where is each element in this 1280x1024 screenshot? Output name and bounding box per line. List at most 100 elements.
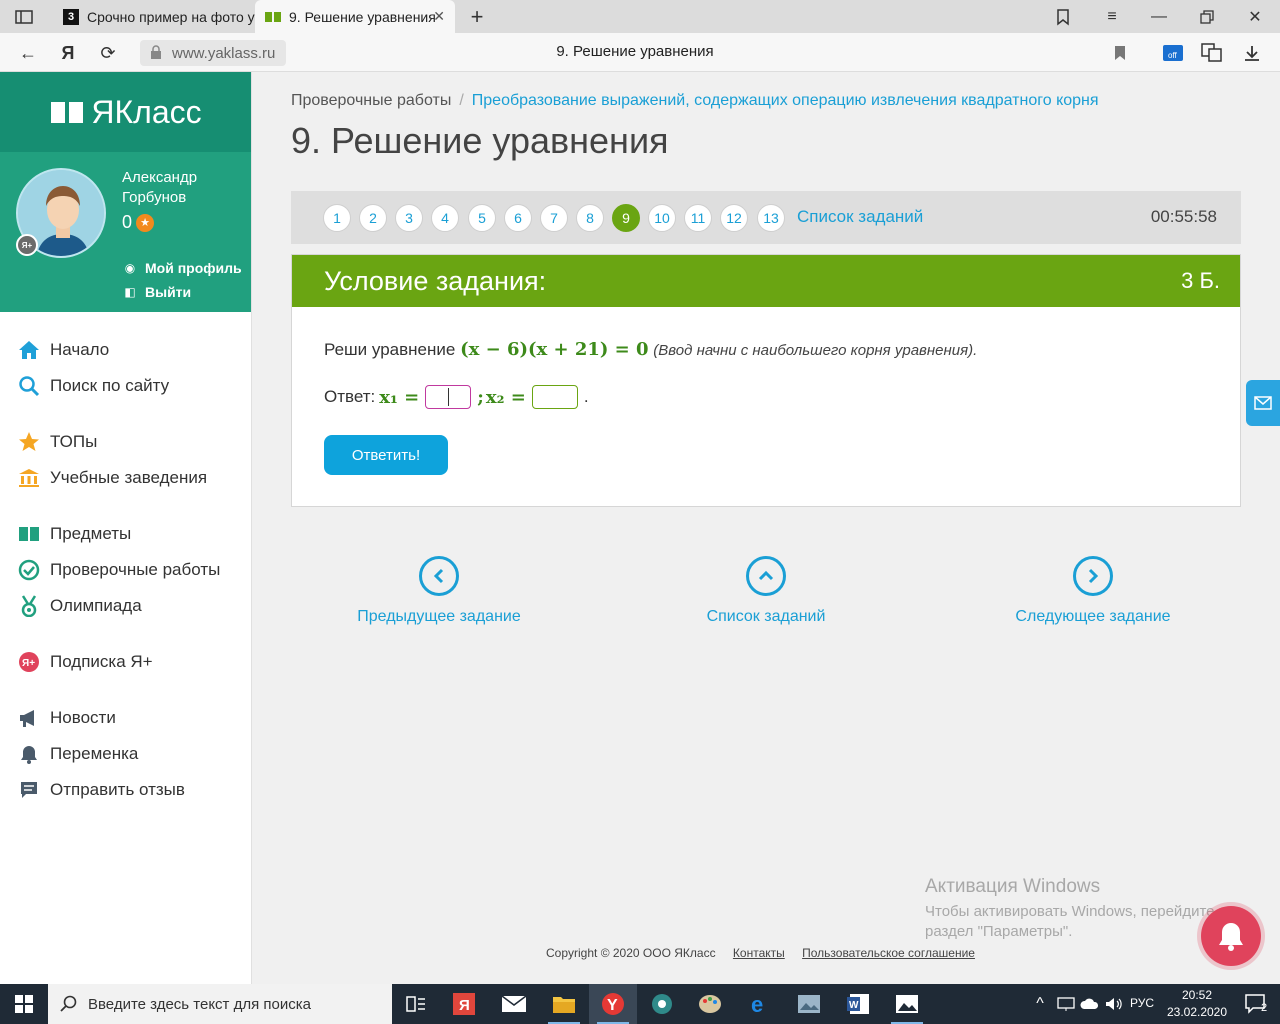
sidebar-item-institutions[interactable]: Учебные заведения: [0, 460, 251, 496]
x2-answer-input[interactable]: [531, 385, 578, 409]
main-content: Проверочные работы / Преобразование выраже…: [253, 72, 1280, 984]
paint-icon[interactable]: [686, 984, 734, 1024]
sidebar-item-subscription[interactable]: Я+ Подписка Я+: [0, 644, 251, 680]
menu-icon[interactable]: ≡: [1100, 5, 1124, 29]
chevron-left-icon: [419, 556, 459, 596]
page-link[interactable]: 10: [648, 204, 676, 232]
browser-address-bar: ← Я ⟳ www.yaklass.ru 9. Решение уравнени…: [0, 33, 1280, 72]
extension-off-icon[interactable]: off: [1160, 40, 1186, 66]
page-link[interactable]: 12: [720, 204, 748, 232]
url-field[interactable]: www.yaklass.ru: [140, 40, 286, 66]
task-points: 3 Б.: [1181, 268, 1220, 293]
volume-icon[interactable]: [1100, 984, 1128, 1024]
download-icon[interactable]: [1239, 40, 1265, 66]
page-link[interactable]: 2: [359, 204, 387, 232]
answer-label: Ответ:: [324, 387, 376, 406]
page-link-current[interactable]: 9: [612, 204, 640, 232]
clock[interactable]: 20:52 23.02.2020: [1162, 987, 1232, 1021]
browser-tab-other[interactable]: 3 Срочно пример на фото у: [55, 0, 255, 33]
activation-text: Чтобы активировать Windows, перейдите в …: [925, 903, 1227, 940]
new-tab-icon[interactable]: +: [465, 4, 489, 29]
start-button[interactable]: [0, 984, 48, 1024]
page-link[interactable]: 7: [540, 204, 568, 232]
reload-icon[interactable]: ⟳: [95, 40, 121, 66]
action-center-button[interactable]: 2: [1232, 984, 1280, 1024]
task-hint: (Ввод начни с наибольшего корня уравнени…: [653, 342, 978, 359]
page-link[interactable]: 11: [684, 204, 712, 232]
logout-link[interactable]: ◧ Выйти: [122, 284, 191, 300]
yandex-browser-icon[interactable]: Y: [589, 984, 637, 1024]
sidebar-item-label: Новости: [50, 708, 116, 727]
close-window-icon[interactable]: ✕: [1243, 5, 1267, 29]
page-link[interactable]: 4: [431, 204, 459, 232]
submit-answer-button[interactable]: Ответить!: [324, 435, 448, 475]
breadcrumb: Проверочные работы / Преобразование выраже…: [291, 92, 1099, 110]
page-link[interactable]: 3: [395, 204, 423, 232]
bookmarks-icon[interactable]: [1051, 5, 1075, 29]
file-explorer-icon[interactable]: [540, 984, 588, 1024]
browser-tab-active[interactable]: 9. Решение уравнения ✕: [255, 0, 455, 33]
sidebar-item-subjects[interactable]: Предметы: [0, 516, 251, 552]
sidebar-toggle-icon[interactable]: [12, 5, 36, 29]
edge-icon[interactable]: e: [736, 984, 784, 1024]
sidebar-item-olympiad[interactable]: Олимпиада: [0, 588, 251, 624]
x1-label: x₁ =: [379, 386, 420, 408]
my-profile-link[interactable]: ◉ Мой профиль: [122, 260, 242, 276]
yandex-icon[interactable]: Я: [55, 40, 81, 66]
page-link[interactable]: 5: [468, 204, 496, 232]
sidebar-item-home[interactable]: Начало: [0, 332, 251, 368]
mail-app-icon[interactable]: [490, 984, 538, 1024]
notification-bell-button[interactable]: [1201, 906, 1261, 966]
chevron-up-icon: [746, 556, 786, 596]
task-view-icon[interactable]: [392, 984, 440, 1024]
taskbar-search-input[interactable]: Введите здесь текст для поиска: [48, 984, 392, 1024]
next-task-button[interactable]: Следующее задание: [983, 556, 1203, 626]
back-icon[interactable]: ←: [15, 40, 41, 66]
sidebar-item-label: Учебные заведения: [50, 468, 208, 487]
page-link[interactable]: 13: [757, 204, 785, 232]
yandex-app-icon[interactable]: Я: [440, 984, 488, 1024]
input-language[interactable]: РУС: [1130, 996, 1154, 1010]
restore-icon[interactable]: [1195, 5, 1219, 29]
word-icon[interactable]: W: [834, 984, 882, 1024]
viewer-app-icon[interactable]: [785, 984, 833, 1024]
user-agreement-link[interactable]: Пользовательское соглашение: [802, 946, 975, 960]
task-equation: (x − 6)(x + 21) = 0: [460, 339, 649, 360]
answer-end: .: [583, 387, 589, 406]
breadcrumb-current[interactable]: Преобразование выражений, содержащих опе…: [472, 92, 1099, 109]
bookmark-page-icon[interactable]: [1107, 40, 1133, 66]
task-list-label: Список заданий: [706, 608, 826, 625]
task-list-button[interactable]: Список заданий: [656, 556, 876, 626]
contacts-link[interactable]: Контакты: [733, 946, 785, 960]
sidebar-item-search[interactable]: Поиск по сайту: [0, 368, 251, 404]
sidebar-item-break[interactable]: Переменка: [0, 736, 251, 772]
mail-feedback-tab[interactable]: [1246, 380, 1280, 426]
sidebar-item-news[interactable]: Новости: [0, 700, 251, 736]
previous-task-button[interactable]: Предыдущее задание: [329, 556, 549, 626]
feedback-icon: [18, 779, 40, 801]
page-link[interactable]: 1: [323, 204, 351, 232]
task-prompt: Реши уравнение: [324, 340, 456, 359]
sidebar-item-feedback[interactable]: Отправить отзыв: [0, 772, 251, 808]
photos-icon[interactable]: [883, 984, 931, 1024]
answer-row: Ответ: x₁ = ; x₂ = .: [324, 385, 589, 409]
my-profile-label: Мой профиль: [145, 260, 242, 276]
page-link[interactable]: 8: [576, 204, 604, 232]
svg-text:Я: Я: [459, 997, 470, 1014]
minimize-icon[interactable]: —: [1147, 5, 1171, 29]
x1-answer-input[interactable]: [425, 385, 472, 409]
logo[interactable]: ЯКласс: [0, 72, 251, 152]
search-icon: [60, 995, 77, 1012]
tab-title: Срочно пример на фото у: [87, 8, 255, 25]
app-icon[interactable]: [638, 984, 686, 1024]
task-list-link[interactable]: Список заданий: [797, 207, 923, 227]
sidebar-item-label: Подписка Я+: [50, 652, 153, 671]
close-tab-icon[interactable]: ✕: [433, 8, 445, 25]
sidebar-item-tops[interactable]: ТОПы: [0, 424, 251, 460]
translate-icon[interactable]: [1199, 40, 1225, 66]
sidebar-item-tests[interactable]: Проверочные работы: [0, 552, 251, 588]
logo-text: ЯКласс: [91, 93, 202, 130]
address-page-title: 9. Решение уравнения: [556, 43, 714, 60]
page-link[interactable]: 6: [504, 204, 532, 232]
breadcrumb-root[interactable]: Проверочные работы: [291, 92, 451, 109]
